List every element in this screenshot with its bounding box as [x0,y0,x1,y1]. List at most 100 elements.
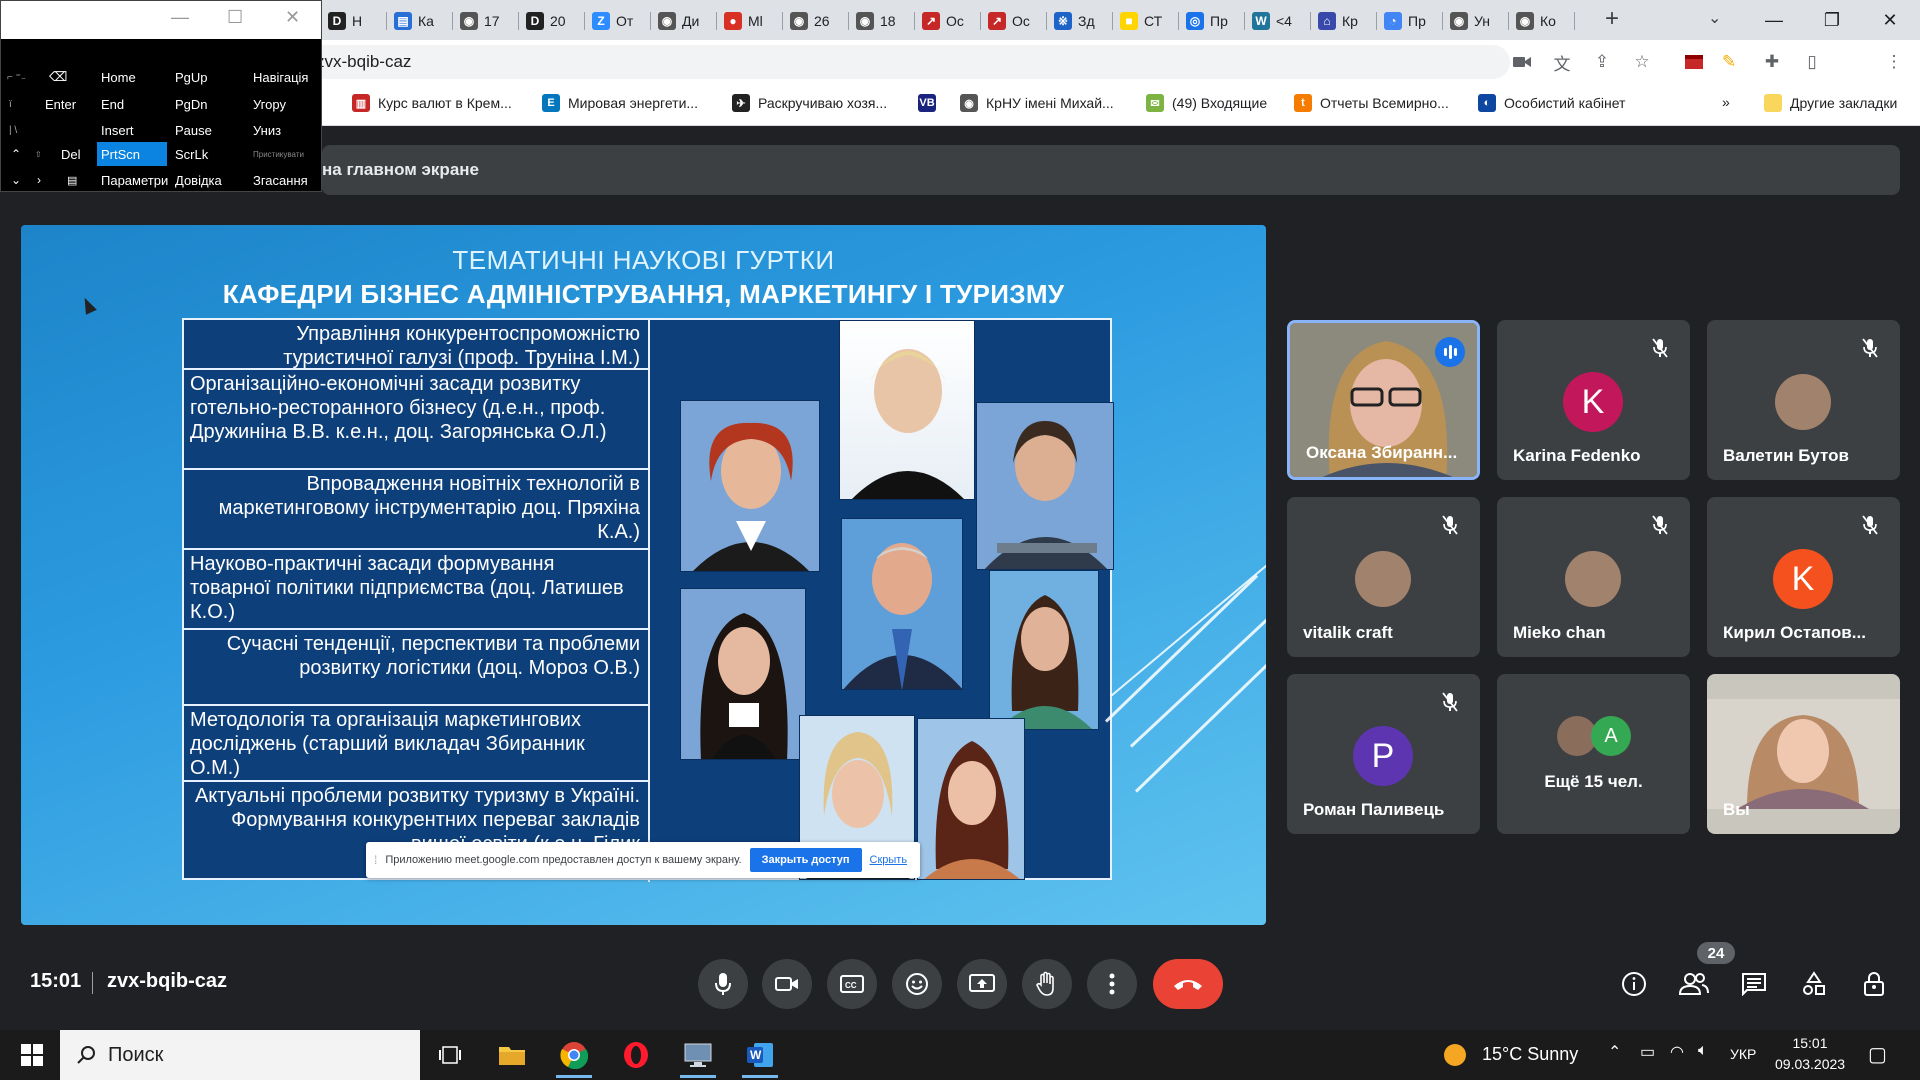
browser-tab[interactable]: DН [322,6,382,36]
participant-tile[interactable]: Оксана Збиранн... [1287,320,1480,480]
maximize-button[interactable]: ❐ [1804,0,1860,40]
osk-key-up-arrow-icon[interactable]: ⌃ [7,142,25,166]
wifi-icon[interactable]: ◠ [1670,1042,1684,1062]
browser-tab[interactable]: ◉ Ди [652,6,712,36]
show-hidden-icons-chevron-icon[interactable]: ⌃ [1608,1042,1621,1062]
osk-minimize-button[interactable]: — [171,7,189,28]
taskbar-search[interactable]: Поиск [60,1030,420,1080]
activities-button[interactable] [1798,968,1830,1000]
osk-key[interactable]: ScrLk [171,142,241,166]
osk-close-button[interactable]: ✕ [285,7,300,28]
osk-key-down-arrow-icon[interactable]: ⌄ [7,168,25,192]
browser-tab[interactable]: D 20 [520,6,580,36]
language-indicator[interactable]: УКР [1730,1046,1756,1062]
leave-call-button[interactable] [1153,959,1223,1009]
osk-key-slash[interactable]: | \ [5,118,35,142]
extensions-puzzle-icon[interactable]: ✚ [1760,50,1784,74]
remote-desktop-app[interactable] [670,1035,726,1078]
browser-tab[interactable]: ⌂ Кр [1312,6,1372,36]
task-view-button[interactable] [422,1035,478,1075]
bookmark-item[interactable]: ◉ КрНУ імені Михай... [960,94,1114,112]
browser-tab[interactable]: ■ СТ [1114,6,1174,36]
notifications-icon[interactable]: ▢ [1868,1042,1887,1067]
browser-tab[interactable]: ◉ Ко [1510,6,1570,36]
raise-hand-button[interactable] [1022,959,1072,1009]
close-window-button[interactable]: ✕ [1862,0,1918,40]
osk-key[interactable]: PrtScn [97,142,167,166]
browser-tab[interactable]: ▤ Ка [388,6,448,36]
browser-tab[interactable]: ◉ 26 [784,6,844,36]
browser-tab[interactable]: ↗ Ос [982,6,1042,36]
bookmark-item[interactable]: ◐ Особистий кабінет [1478,94,1625,112]
browser-tab[interactable]: ※ Зд [1048,6,1108,36]
browser-tab[interactable]: ◔ Пр [1378,6,1438,36]
osk-key-menu-icon[interactable]: ▤ [63,168,81,192]
more-options-button[interactable] [1087,959,1137,1009]
participant-tile[interactable]: K Кирил Остапов... [1707,497,1900,657]
osk-key[interactable]: Пристикувати [249,142,319,166]
bookmark-item[interactable]: t Отчеты Всемирно... [1294,94,1449,112]
participant-tile[interactable]: vitalik craft [1287,497,1480,657]
stop-sharing-button[interactable]: Закрыть доступ [749,848,862,872]
osk-key[interactable]: Insert [97,118,167,142]
bookmark-item[interactable]: ▥ Курс валют в Крем... [352,94,512,112]
camera-button[interactable] [762,959,812,1009]
browser-tab[interactable]: ◉ 18 [850,6,910,36]
osk-key[interactable]: Pause [171,118,241,142]
browser-tab[interactable]: W <4 [1246,6,1306,36]
extension-calendar-icon[interactable] [1682,50,1706,74]
osk-key[interactable]: Угору [249,92,319,116]
extension-pen-icon[interactable]: ✎ [1717,50,1741,74]
camera-indicator-icon[interactable] [1510,50,1534,74]
share-icon[interactable]: ⇪ [1590,50,1614,74]
browser-tab[interactable]: Z От [586,6,646,36]
file-explorer-app[interactable] [484,1035,540,1075]
osk-maximize-button[interactable]: ☐ [227,7,243,28]
osk-key[interactable]: Згасання [249,168,319,192]
participant-tile[interactable]: A Ещё 15 чел. [1497,674,1690,834]
microphone-button[interactable] [698,959,748,1009]
osk-key[interactable]: Униз [249,118,319,142]
osk-key[interactable]: Enter [41,92,81,116]
participant-tile[interactable]: K Karina Fedenko [1497,320,1690,480]
browser-tab[interactable]: ◉ 17 [454,6,514,36]
bookmark-star-icon[interactable]: ☆ [1630,50,1654,74]
tab-search-chevron-icon[interactable]: ⌄ [1708,8,1721,28]
osk-key-fn[interactable]: ⌐ ⁼₋ [3,65,33,89]
participant-tile[interactable]: P Роман Паливець [1287,674,1480,834]
osk-key-shift-icon[interactable]: ⇧ [31,142,49,166]
osk-key[interactable]: Навігація [249,65,319,89]
host-controls-button[interactable] [1858,968,1890,1000]
osk-key[interactable]: PgUp [171,65,241,89]
drag-handle-icon[interactable]: ⁞ [374,853,377,867]
emoji-reactions-button[interactable] [892,959,942,1009]
osk-key[interactable]: PgDn [171,92,241,116]
meeting-details-button[interactable] [1618,968,1650,1000]
browser-tab[interactable]: ● Ml [718,6,778,36]
osk-key[interactable]: End [97,92,167,116]
battery-icon[interactable]: ▭ [1640,1042,1655,1062]
present-screen-button[interactable] [957,959,1007,1009]
side-panel-icon[interactable]: ▯ [1800,50,1824,74]
browser-tab[interactable]: ◎ Пр [1180,6,1240,36]
word-app[interactable]: W [732,1035,788,1078]
osk-key[interactable]: Параметри [97,168,168,192]
volume-icon[interactable]: 🔈︎ [1698,1042,1708,1060]
participant-tile[interactable]: Mieko chan [1497,497,1690,657]
translate-icon[interactable]: 文 [1550,50,1574,74]
weather-text[interactable]: 15°C Sunny [1482,1044,1578,1065]
browser-tab[interactable]: ↗ Ос [916,6,976,36]
other-bookmarks[interactable]: Другие закладки [1764,94,1897,112]
menu-kebab-icon[interactable]: ⋮ [1882,50,1906,74]
bookmark-item[interactable]: ✈ Раскручиваю хозя... [732,94,887,112]
bookmarks-overflow-chevron-icon[interactable]: » [1722,94,1730,110]
participant-tile[interactable]: Валетин Бутов [1707,320,1900,480]
taskbar-clock[interactable]: 15:01 09.03.2023 [1775,1033,1845,1075]
hide-notification-link[interactable]: Скрыть [870,854,908,866]
osk-key[interactable]: Home [97,65,167,89]
osk-key[interactable]: Довідка [171,168,241,192]
start-button[interactable] [4,1035,60,1075]
captions-button[interactable]: CC [827,959,877,1009]
osk-key[interactable]: Del [57,142,97,166]
opera-app[interactable] [608,1035,664,1075]
